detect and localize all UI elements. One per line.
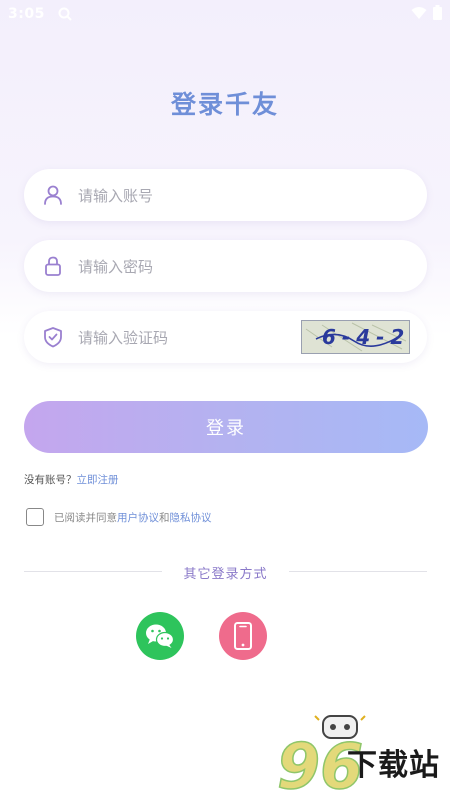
- register-link[interactable]: 立即注册: [77, 474, 119, 486]
- register-row: 没有账号？立即注册: [24, 472, 119, 487]
- user-agreement-link[interactable]: 用户协议: [117, 510, 159, 525]
- phone-icon: [219, 622, 267, 664]
- wifi-icon: [411, 5, 427, 24]
- captcha-field[interactable]: 6-4-2: [24, 311, 427, 363]
- battery-icon: [433, 5, 442, 24]
- watermark-text: 下载站: [347, 748, 440, 783]
- agreement-prefix: 已阅读并同意: [54, 511, 117, 524]
- site-watermark: 96 下载站: [275, 710, 445, 800]
- captcha-input[interactable]: [76, 325, 310, 351]
- divider-line-right: [289, 571, 427, 572]
- login-button[interactable]: 登录: [24, 401, 428, 453]
- page-title: 登录千友: [170, 90, 279, 119]
- phone-login-button[interactable]: [219, 612, 267, 660]
- account-field[interactable]: [24, 169, 427, 221]
- agreement-and: 和: [159, 511, 170, 524]
- register-prompt: 没有账号？: [24, 474, 77, 486]
- other-login-label: 其它登录方式: [183, 567, 268, 582]
- wechat-login-button[interactable]: [136, 612, 184, 660]
- captcha-image[interactable]: 6-4-2: [301, 320, 410, 354]
- lock-icon: [42, 255, 64, 277]
- status-icons: [411, 5, 442, 24]
- status-time: 3:05: [8, 6, 45, 22]
- other-login-divider: 其它登录方式: [24, 562, 427, 582]
- shield-icon: [42, 326, 64, 348]
- agreement-checkbox[interactable]: [26, 508, 44, 526]
- notification-icon: [58, 6, 72, 25]
- privacy-policy-link[interactable]: 隐私协议: [170, 510, 212, 525]
- wechat-icon: [136, 624, 184, 664]
- password-field[interactable]: [24, 240, 427, 292]
- password-input[interactable]: [76, 254, 310, 280]
- agreement-row: 已阅读并同意 用户协议和隐私协议: [26, 508, 212, 526]
- account-input[interactable]: [76, 183, 310, 209]
- status-bar: 3:05: [0, 0, 450, 30]
- user-icon: [42, 184, 64, 206]
